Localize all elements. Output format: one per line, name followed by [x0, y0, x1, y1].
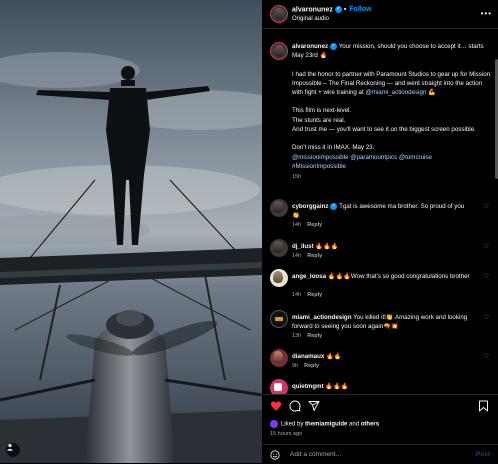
reply-button[interactable]: Reply: [307, 222, 322, 228]
mention-link[interactable]: @paramountpics: [350, 154, 397, 161]
comment-username[interactable]: ange_loosa: [292, 273, 326, 280]
post-header: alvaronunez ✓ • Follow Original audio •••: [262, 0, 498, 29]
comment-text: dianamaux 🔥🔥: [292, 352, 470, 361]
caption-line: The stunts are real.: [292, 116, 346, 124]
like-comment-icon[interactable]: ♡: [484, 243, 489, 250]
post-comment-button[interactable]: Post: [476, 451, 490, 458]
commenter-avatar[interactable]: [270, 199, 288, 217]
post-timestamp[interactable]: 15 hours ago: [270, 431, 302, 437]
comment-body: 🔥🔥: [326, 353, 342, 360]
comment-time[interactable]: 14h: [292, 222, 301, 228]
more-options-icon[interactable]: •••: [481, 9, 492, 18]
comment-text: miami_actiondesign You killed it!👏 Amazi…: [292, 313, 470, 332]
like-heart-icon[interactable]: [270, 400, 282, 412]
save-bookmark-icon[interactable]: [478, 400, 489, 412]
comment-icon[interactable]: [289, 400, 301, 412]
reply-button[interactable]: Reply: [307, 292, 322, 298]
comment-input[interactable]: Add a comment…: [290, 451, 342, 458]
comment-body: 🔥🔥🔥: [325, 383, 349, 390]
comment-time[interactable]: 9h: [292, 363, 298, 369]
comment-username[interactable]: quietmgmt: [292, 383, 324, 390]
comment-time[interactable]: 14h: [292, 292, 301, 298]
comment-username[interactable]: dianamaux: [292, 353, 324, 360]
verified-badge-icon: ✓: [330, 202, 338, 210]
fire-emoji: 🔥: [319, 52, 328, 60]
post-image[interactable]: [0, 0, 262, 463]
caption-username[interactable]: alvaronunez: [292, 43, 328, 50]
mention-link[interactable]: @miami_actiondesign: [365, 89, 426, 96]
post-viewer: alvaronunez ✓ • Follow Original audio ••• …: [0, 0, 498, 463]
comment-body: 🔥🔥🔥Wow that's so good congratulations br…: [327, 273, 470, 280]
post-actions: Liked by themiamiguide and others 15 hou…: [262, 394, 498, 445]
verified-badge-icon: ✓: [334, 6, 342, 13]
post-caption: alvaronunez ✓ Your mission, should you ch…: [292, 42, 492, 183]
share-icon[interactable]: [308, 400, 320, 412]
user-icon: [6, 443, 14, 451]
tagged-users-button[interactable]: [6, 443, 20, 457]
commenter-avatar[interactable]: [270, 239, 288, 257]
comment-meta: 14h Reply: [292, 292, 328, 298]
liked-user[interactable]: themiamiguide: [305, 422, 347, 428]
comment-meta: 9h Reply: [292, 363, 325, 369]
comment-meta: 14h Reply: [292, 253, 328, 259]
like-comment-icon[interactable]: ♡: [484, 314, 489, 321]
reply-button[interactable]: Reply: [307, 333, 322, 339]
mention-link[interactable]: @missionimpossible: [292, 154, 349, 161]
like-comment-icon[interactable]: ♡: [484, 353, 489, 360]
comment-time[interactable]: 14h: [292, 253, 301, 259]
caption-line: And trust me — you'll want to see it on …: [292, 126, 476, 134]
liker-avatar: [270, 420, 278, 428]
comment-text: cyborggainz ✓ Tgat is awesome ma brother.…: [292, 202, 470, 221]
comment-text: ange_loosa 🔥🔥🔥Wow that's so good congrat…: [292, 272, 470, 281]
comment-username[interactable]: miami_actiondesign: [292, 314, 352, 321]
likes-summary[interactable]: Liked by themiamiguide and others: [270, 420, 379, 428]
verified-badge-icon: ✓: [330, 42, 338, 50]
author-line: alvaronunez ✓ • Follow: [292, 6, 372, 14]
comment-username[interactable]: cyborggainz: [292, 203, 328, 210]
commenter-avatar[interactable]: [270, 349, 288, 367]
like-comment-icon[interactable]: ♡: [484, 203, 489, 210]
comment-composer: Add a comment… Post: [262, 444, 498, 464]
liked-and: and: [349, 421, 360, 428]
comment-username[interactable]: dj_ilust: [292, 243, 314, 250]
muscle-emoji: 💪: [428, 89, 436, 97]
commenter-avatar[interactable]: [270, 379, 288, 394]
comments-list[interactable]: alvaronunez ✓ Your mission, should you ch…: [262, 29, 498, 394]
post-photo-illustration: [0, 0, 262, 463]
post-detail-panel: alvaronunez ✓ • Follow Original audio ••• …: [262, 0, 498, 463]
reply-button[interactable]: Reply: [307, 253, 322, 259]
comment-text: dj_ilust 🔥🔥🔥: [292, 242, 470, 251]
caption-line: This film is next-level.: [292, 107, 352, 115]
author-avatar[interactable]: [270, 5, 288, 23]
author-username[interactable]: alvaronunez: [292, 6, 333, 13]
caption-avatar[interactable]: [270, 42, 288, 60]
liked-prefix: Liked by: [281, 421, 304, 428]
commenter-avatar[interactable]: [270, 310, 288, 328]
comment-meta: 14h Reply: [292, 222, 328, 228]
hashtag-link[interactable]: #MissionImpossible: [292, 163, 346, 170]
caption-time[interactable]: 15h: [292, 173, 492, 182]
liked-others[interactable]: others: [361, 422, 379, 428]
follow-button[interactable]: Follow: [349, 6, 371, 13]
audio-label[interactable]: Original audio: [292, 16, 329, 22]
emoji-icon[interactable]: [270, 450, 280, 460]
comment-meta: 13h Reply: [292, 333, 328, 339]
like-comment-icon[interactable]: ♡: [484, 273, 489, 280]
comment-time[interactable]: 13h: [292, 333, 301, 339]
comment-text: quietmgmt 🔥🔥🔥: [292, 382, 470, 391]
commenter-avatar[interactable]: [270, 269, 288, 287]
mention-link[interactable]: @tomcruise: [399, 154, 432, 161]
reply-button[interactable]: Reply: [304, 363, 319, 369]
comment-body: 🔥🔥🔥: [315, 243, 339, 250]
caption-line: Don't miss it in IMAX. May 23.: [292, 144, 375, 152]
